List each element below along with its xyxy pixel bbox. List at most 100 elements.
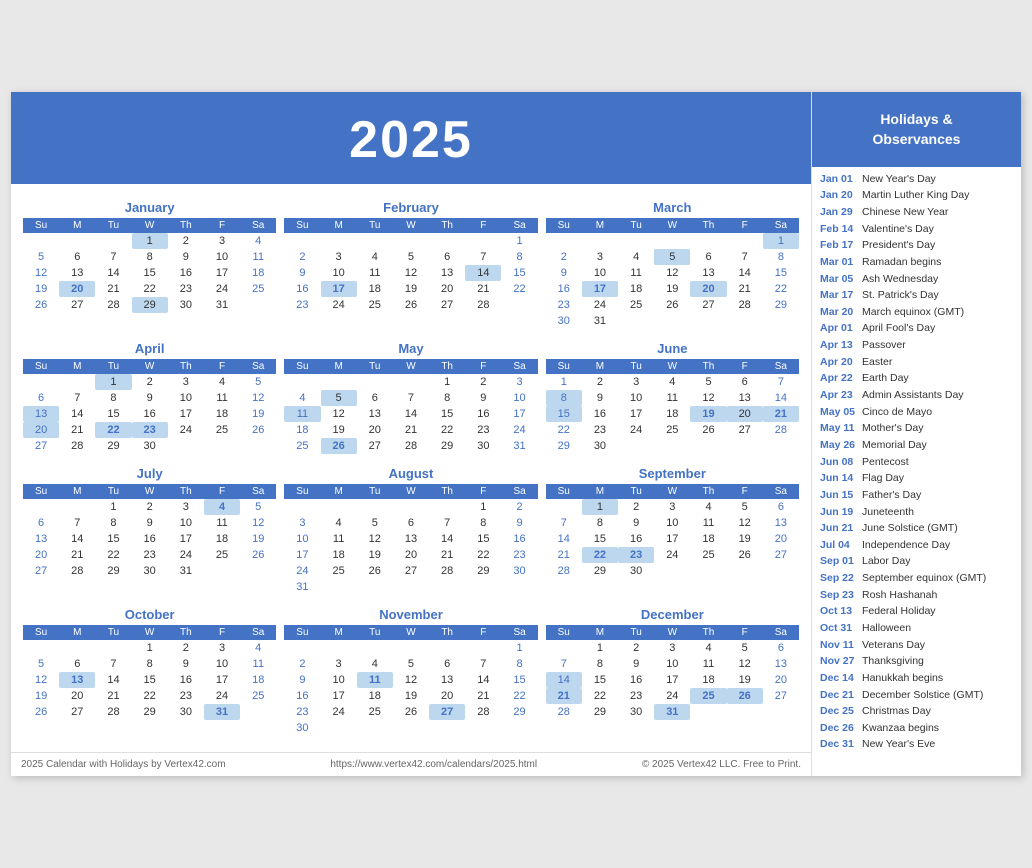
holiday-date: Mar 05 <box>820 273 858 287</box>
holiday-date: Jun 19 <box>820 506 858 520</box>
calendar-day <box>393 499 429 515</box>
calendar-day: 14 <box>429 531 465 547</box>
day-header: F <box>204 484 240 499</box>
calendar-day: 2 <box>168 640 204 656</box>
calendar-day: 17 <box>168 531 204 547</box>
calendar-day: 4 <box>284 390 320 406</box>
calendar-day: 24 <box>582 297 618 313</box>
calendar-day: 10 <box>618 390 654 406</box>
months-grid: JanuarySuMTuWThFSa1234567891011121314151… <box>11 184 811 752</box>
calendar-day <box>321 374 357 390</box>
day-header: Tu <box>95 218 131 233</box>
calendar-day: 24 <box>654 688 690 704</box>
calendar-table: SuMTuWThFSa12345678910111213141516171819… <box>284 625 537 736</box>
holiday-name: December Solstice (GMT) <box>862 689 983 703</box>
holiday-name: March equinox (GMT) <box>862 306 964 320</box>
calendar-day: 6 <box>429 249 465 265</box>
day-header: Th <box>168 484 204 499</box>
calendar-day: 12 <box>393 265 429 281</box>
holiday-date: May 26 <box>820 439 858 453</box>
month-block-september: SeptemberSuMTuWThFSa12345678910111213141… <box>542 460 803 601</box>
calendar-day: 1 <box>465 499 501 515</box>
calendar-day: 4 <box>240 233 276 249</box>
day-header: W <box>132 359 168 374</box>
day-header: F <box>204 359 240 374</box>
calendar-day: 19 <box>654 281 690 297</box>
calendar-day: 11 <box>690 656 726 672</box>
calendar-day: 7 <box>727 249 763 265</box>
day-header: Tu <box>95 484 131 499</box>
calendar-day: 5 <box>690 374 726 390</box>
calendar-day: 25 <box>357 704 393 720</box>
day-header: F <box>204 218 240 233</box>
calendar-day: 2 <box>465 374 501 390</box>
calendar-day: 14 <box>465 672 501 688</box>
calendar-day: 8 <box>95 390 131 406</box>
holiday-date: Dec 25 <box>820 705 858 719</box>
calendar-day: 21 <box>465 688 501 704</box>
calendar-day: 16 <box>618 672 654 688</box>
calendar-day: 7 <box>465 249 501 265</box>
month-block-august: AugustSuMTuWThFSa12345678910111213141516… <box>280 460 541 601</box>
holiday-name: Earth Day <box>862 372 909 386</box>
day-header: Sa <box>763 484 799 499</box>
holiday-name: Halloween <box>862 622 911 636</box>
calendar-day <box>465 720 501 736</box>
calendar-day <box>654 313 690 329</box>
calendar-day: 12 <box>690 390 726 406</box>
calendar-day: 14 <box>393 406 429 422</box>
calendar-day: 13 <box>763 656 799 672</box>
holiday-date: Mar 01 <box>820 256 858 270</box>
calendar-day: 8 <box>501 249 537 265</box>
calendar-day: 26 <box>727 547 763 563</box>
day-header: F <box>727 218 763 233</box>
holiday-date: Nov 27 <box>820 655 858 669</box>
calendar-day: 26 <box>357 563 393 579</box>
calendar-day <box>727 563 763 579</box>
calendar-day: 31 <box>654 704 690 720</box>
day-header: W <box>654 218 690 233</box>
calendar-day: 5 <box>23 249 59 265</box>
calendar-day <box>690 233 726 249</box>
calendar-day <box>763 704 799 720</box>
calendar-day: 18 <box>690 672 726 688</box>
calendar-day: 1 <box>132 233 168 249</box>
calendar-day: 19 <box>393 281 429 297</box>
calendar-day <box>393 720 429 736</box>
calendar-day: 26 <box>23 704 59 720</box>
calendar-day: 13 <box>727 390 763 406</box>
calendar-day: 8 <box>429 390 465 406</box>
calendar-day: 2 <box>132 374 168 390</box>
holidays-header: Holidays &Observances <box>812 92 1021 167</box>
calendar-day <box>763 313 799 329</box>
calendar-day <box>240 563 276 579</box>
calendar-day: 29 <box>763 297 799 313</box>
holiday-name: Mother's Day <box>862 422 924 436</box>
calendar-day: 15 <box>429 406 465 422</box>
calendar-day: 25 <box>240 688 276 704</box>
calendar-day: 23 <box>501 547 537 563</box>
calendar-day <box>654 438 690 454</box>
holiday-row: Oct 31Halloween <box>820 620 1013 637</box>
calendar-day: 2 <box>501 499 537 515</box>
calendar-day <box>618 313 654 329</box>
day-header: W <box>132 484 168 499</box>
calendar-day <box>240 438 276 454</box>
holiday-date: Oct 13 <box>820 605 858 619</box>
calendar-day: 24 <box>654 547 690 563</box>
holiday-date: Apr 13 <box>820 339 858 353</box>
day-header: Th <box>690 625 726 640</box>
holiday-name: St. Patrick's Day <box>862 289 939 303</box>
calendar-day: 28 <box>546 704 582 720</box>
calendar-day: 23 <box>132 547 168 563</box>
calendar-day <box>321 640 357 656</box>
calendar-day: 14 <box>546 672 582 688</box>
calendar-day: 30 <box>582 438 618 454</box>
calendar-day: 8 <box>132 249 168 265</box>
calendar-day <box>204 563 240 579</box>
calendar-day: 3 <box>654 499 690 515</box>
calendar-day: 21 <box>763 406 799 422</box>
calendar-day: 12 <box>393 672 429 688</box>
calendar-table: SuMTuWThFSa12345678910111213141516171819… <box>23 484 276 579</box>
calendar-day: 8 <box>465 515 501 531</box>
